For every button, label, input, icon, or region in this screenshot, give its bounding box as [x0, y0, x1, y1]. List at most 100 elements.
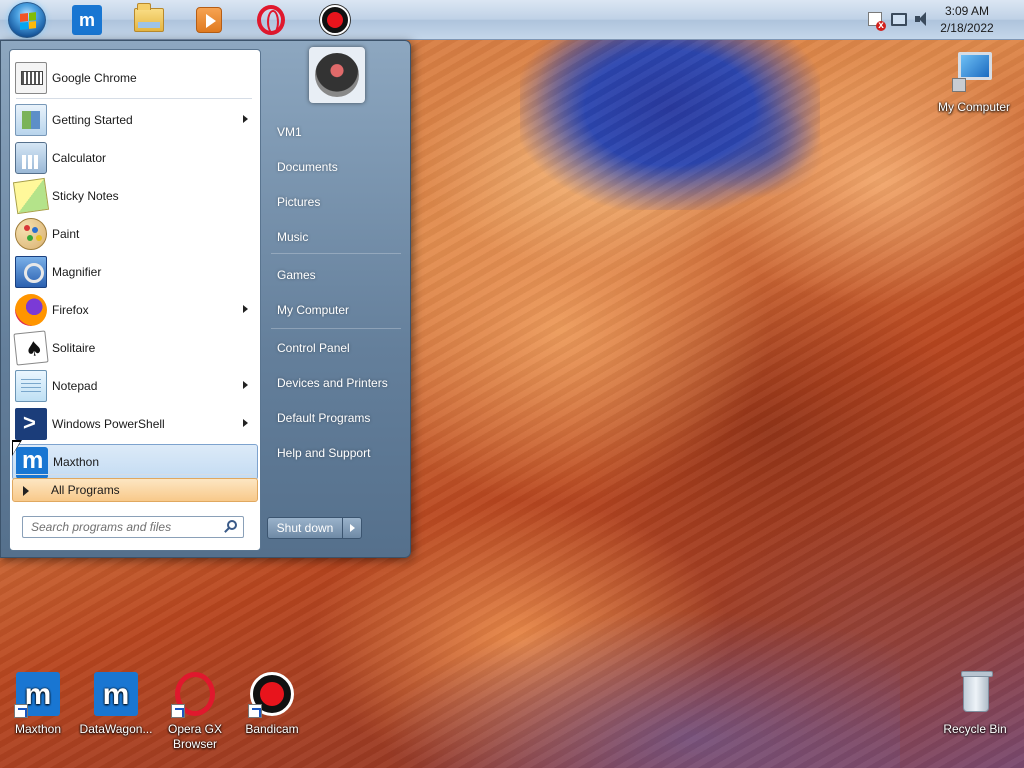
system-tray: [866, 10, 932, 31]
maxthon-icon: m: [92, 670, 140, 718]
program-label: Paint: [52, 227, 80, 241]
all-programs-label: All Programs: [51, 483, 120, 497]
divider: [16, 474, 252, 475]
desktop-icon-maxthon[interactable]: m Maxthon: [0, 670, 76, 737]
link-music[interactable]: Music: [269, 222, 403, 252]
link-control-panel[interactable]: Control Panel: [269, 333, 403, 363]
calculator-icon: [15, 142, 47, 174]
link-documents[interactable]: Documents: [269, 152, 403, 182]
desktop-icon-label: DataWagon...: [79, 722, 153, 736]
program-windows-powershell[interactable]: Windows PowerShell: [12, 406, 258, 442]
program-label: Getting Started: [52, 113, 133, 127]
volume-icon[interactable]: [914, 10, 932, 28]
program-calculator[interactable]: Calculator: [12, 140, 258, 176]
shortcut-arrow-icon: [14, 704, 28, 718]
program-getting-started[interactable]: Getting Started: [12, 102, 258, 138]
desktop-icon-label: Bandicam: [245, 722, 299, 736]
maxthon-icon: m: [72, 5, 102, 35]
taskbar-opera[interactable]: [254, 3, 288, 37]
desktop-icon-recycle-bin[interactable]: Recycle Bin: [937, 670, 1013, 737]
powershell-icon: [15, 408, 47, 440]
shortcut-arrow-icon: [171, 704, 185, 718]
desktop-icon-label: Recycle Bin: [943, 722, 1007, 736]
taskbar: m 3:09 AM 2/18/2022: [0, 0, 1024, 40]
search-input[interactable]: [23, 517, 219, 537]
turntable-avatar-icon: [315, 53, 359, 97]
clock-time: 3:09 AM: [944, 4, 990, 18]
divider: [16, 98, 252, 99]
submenu-arrow-icon[interactable]: [243, 381, 248, 389]
recycle-bin-icon: [951, 670, 999, 718]
notepad-icon: [15, 370, 47, 402]
divider: [271, 253, 401, 254]
start-button[interactable]: [8, 2, 46, 38]
program-label: Maxthon: [53, 455, 100, 469]
program-label: Solitaire: [52, 341, 96, 355]
magnifier-icon: [15, 256, 47, 288]
taskbar-media-player[interactable]: [192, 3, 226, 37]
submenu-arrow-icon[interactable]: [243, 419, 248, 427]
windows-logo-icon: [20, 12, 36, 30]
program-paint[interactable]: Paint: [12, 216, 258, 252]
desktop-icon-datawagon[interactable]: m DataWagon...: [78, 670, 154, 737]
link-default-programs[interactable]: Default Programs: [269, 403, 403, 433]
folder-icon: [134, 3, 164, 32]
program-label: Calculator: [52, 151, 107, 165]
program-label: Firefox: [52, 303, 89, 317]
all-programs-button[interactable]: All Programs: [12, 478, 258, 502]
clock-date: 2/18/2022: [940, 21, 994, 35]
link-pictures[interactable]: Pictures: [269, 187, 403, 217]
program-solitaire[interactable]: Solitaire: [12, 330, 258, 366]
link-games[interactable]: Games: [269, 260, 403, 290]
taskbar-explorer[interactable]: [132, 3, 166, 37]
program-label: Notepad: [52, 379, 98, 393]
firefox-icon: [15, 294, 47, 326]
program-notepad[interactable]: Notepad: [12, 368, 258, 404]
user-account-picture[interactable]: [309, 47, 365, 103]
start-menu: Google Chrome Getting Started Calculator…: [0, 40, 411, 558]
clock[interactable]: 3:09 AM 2/18/2022: [932, 3, 1002, 37]
desktop-icon-opera-gx[interactable]: Opera GX Browser: [157, 670, 233, 752]
chrome-icon: [15, 62, 47, 94]
opera-icon: [257, 5, 285, 35]
bandicam-icon: [320, 5, 350, 35]
shutdown-options-button[interactable]: [342, 517, 362, 539]
desktop-icon-label: My Computer: [937, 100, 1011, 114]
network-icon[interactable]: [890, 10, 908, 28]
paint-icon: [15, 218, 47, 250]
program-google-chrome[interactable]: Google Chrome: [12, 60, 258, 96]
desktop-icon-my-computer[interactable]: My Computer: [936, 48, 1012, 115]
opera-icon: [171, 670, 219, 718]
desktop-icon-bandicam[interactable]: Bandicam: [234, 670, 310, 737]
submenu-arrow-icon[interactable]: [243, 305, 248, 313]
expand-arrow-icon: [23, 486, 29, 496]
link-help-and-support[interactable]: Help and Support: [269, 438, 403, 468]
search-box[interactable]: [22, 516, 244, 538]
divider: [271, 328, 401, 329]
sticky-notes-icon: [12, 177, 50, 215]
program-label: Magnifier: [52, 265, 102, 279]
program-label: Windows PowerShell: [52, 417, 165, 431]
submenu-arrow-icon[interactable]: [243, 115, 248, 123]
media-player-icon: [196, 7, 222, 33]
link-devices-and-printers[interactable]: Devices and Printers: [269, 368, 403, 398]
taskbar-maxthon[interactable]: m: [70, 3, 104, 37]
link-my-computer[interactable]: My Computer: [269, 295, 403, 325]
taskbar-bandicam[interactable]: [318, 3, 352, 37]
program-magnifier[interactable]: Magnifier: [12, 254, 258, 290]
computer-icon: [950, 48, 998, 96]
program-firefox[interactable]: Firefox: [12, 292, 258, 328]
program-label: Google Chrome: [52, 71, 137, 85]
desktop-icon-label: Opera GX Browser: [167, 722, 223, 751]
program-label: Sticky Notes: [52, 189, 119, 203]
link-vm1[interactable]: VM1: [269, 117, 403, 147]
search-icon[interactable]: [227, 520, 237, 530]
action-center-icon[interactable]: [866, 10, 886, 31]
shutdown-button[interactable]: Shut down: [267, 517, 343, 539]
solitaire-icon: [13, 330, 49, 366]
desktop-icon-label: Maxthon: [14, 722, 62, 736]
shortcut-arrow-icon: [248, 704, 262, 718]
maxthon-icon: m: [14, 670, 62, 718]
program-sticky-notes[interactable]: Sticky Notes: [12, 177, 258, 215]
programs-pane: Google Chrome Getting Started Calculator…: [9, 49, 261, 551]
